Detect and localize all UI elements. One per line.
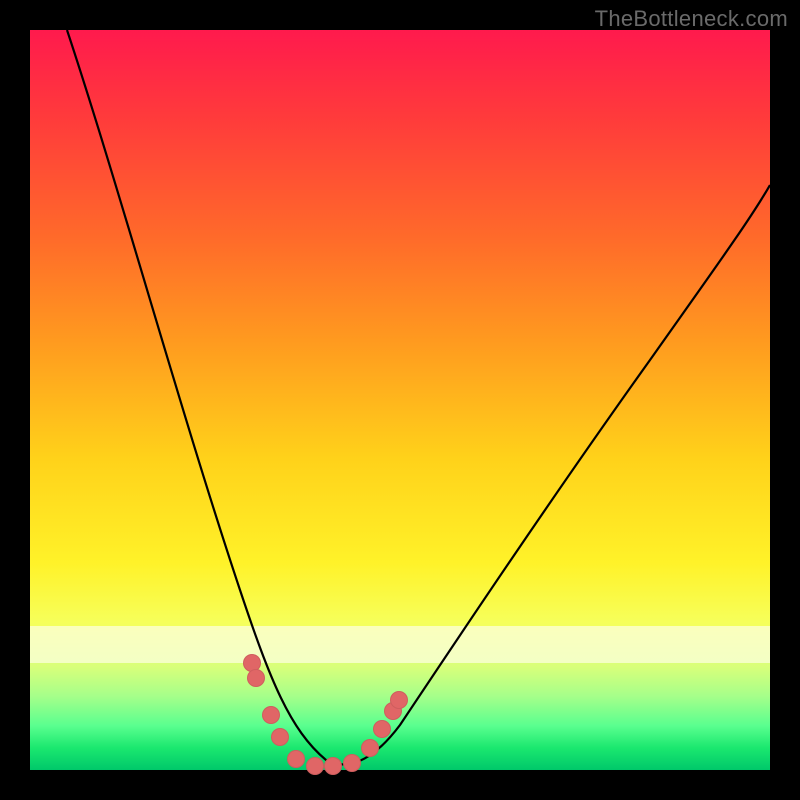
- curve-marker: [324, 757, 342, 775]
- curve-marker: [361, 739, 379, 757]
- curve-marker: [343, 754, 361, 772]
- chart-frame: TheBottleneck.com: [0, 0, 800, 800]
- curve-marker: [262, 706, 280, 724]
- watermark-text: TheBottleneck.com: [595, 6, 788, 32]
- curve-marker: [306, 757, 324, 775]
- curve-marker: [247, 669, 265, 687]
- curve-marker: [271, 728, 289, 746]
- curve-marker: [287, 750, 305, 768]
- curve-layer: [30, 30, 770, 770]
- curve-marker: [373, 720, 391, 738]
- bottleneck-curve: [67, 30, 770, 764]
- curve-marker: [390, 691, 408, 709]
